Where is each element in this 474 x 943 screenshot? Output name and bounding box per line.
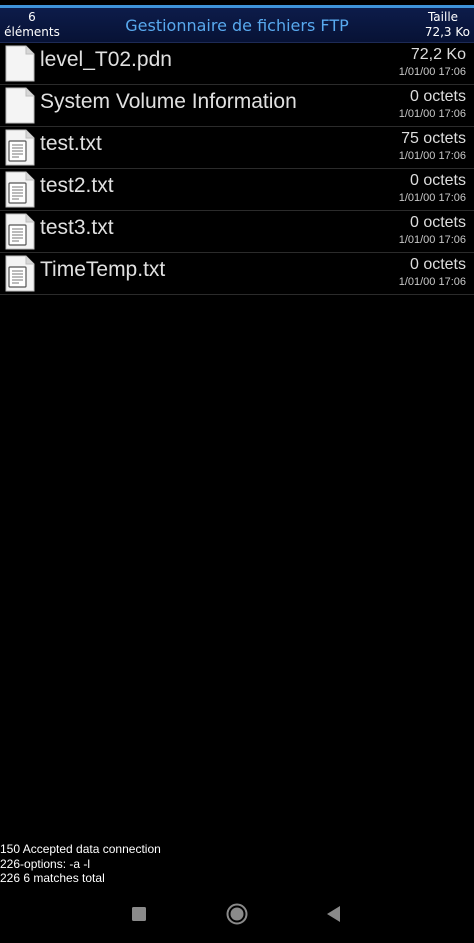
file-row[interactable]: level_T02.pdn 72,2 Ko 1/01/00 17:06	[0, 43, 474, 85]
item-count-value: 6	[28, 10, 36, 24]
home-icon[interactable]	[225, 902, 249, 926]
file-date: 1/01/00 17:06	[398, 234, 466, 246]
file-name: test2.txt	[40, 174, 114, 197]
text-file-icon	[5, 129, 35, 166]
file-row[interactable]: test3.txt 0 octets 1/01/00 17:06	[0, 211, 474, 253]
system-navbar	[0, 892, 474, 936]
log-line: 150 Accepted data connection	[0, 842, 161, 856]
file-size: 72,2 Ko	[410, 46, 466, 63]
back-icon[interactable]	[322, 902, 346, 926]
total-size-label: Taille	[427, 10, 459, 24]
log-line: 226-options: -a -l	[0, 856, 91, 871]
file-date: 1/01/00 17:06	[398, 192, 466, 204]
file-size: 75 octets	[401, 130, 466, 147]
file-name: level_T02.pdn	[40, 48, 172, 71]
text-file-icon	[5, 171, 35, 208]
blank-file-icon	[5, 45, 35, 82]
recents-icon[interactable]	[127, 902, 151, 926]
file-list: level_T02.pdn 72,2 Ko 1/01/00 17:06 Syst…	[0, 43, 474, 295]
ftp-log: 150 Accepted data connection 226-options…	[0, 842, 161, 886]
file-size: 0 octets	[409, 256, 466, 273]
file-row[interactable]: test.txt 75 octets 1/01/00 17:06	[0, 127, 474, 169]
file-row[interactable]: test2.txt 0 octets 1/01/00 17:06	[0, 169, 474, 211]
total-size: Taille 72,3 Ko	[406, 10, 470, 40]
file-date: 1/01/00 17:06	[398, 276, 466, 288]
text-file-icon	[5, 213, 35, 250]
file-size: 0 octets	[409, 172, 466, 189]
file-name: test.txt	[40, 132, 102, 155]
blank-file-icon	[5, 87, 35, 124]
file-row[interactable]: System Volume Information 0 octets 1/01/…	[0, 85, 474, 127]
file-name: System Volume Information	[40, 90, 297, 113]
app-header: 6 éléments Gestionnaire de fichiers FTP …	[0, 8, 474, 43]
file-size: 0 octets	[409, 88, 466, 105]
log-line: 226 6 matches total	[0, 871, 105, 885]
item-count-label: éléments	[4, 25, 60, 39]
file-date: 1/01/00 17:06	[398, 150, 466, 162]
file-name: test3.txt	[40, 216, 114, 239]
file-name: TimeTemp.txt	[40, 258, 166, 281]
file-size: 0 octets	[409, 214, 466, 231]
app-title: Gestionnaire de fichiers FTP	[125, 16, 349, 35]
total-size-value: 72,3 Ko	[424, 25, 470, 39]
file-row[interactable]: TimeTemp.txt 0 octets 1/01/00 17:06	[0, 253, 474, 295]
file-date: 1/01/00 17:06	[398, 108, 466, 120]
text-file-icon	[5, 255, 35, 292]
file-date: 1/01/00 17:06	[398, 66, 466, 78]
item-count: 6 éléments	[0, 10, 64, 40]
